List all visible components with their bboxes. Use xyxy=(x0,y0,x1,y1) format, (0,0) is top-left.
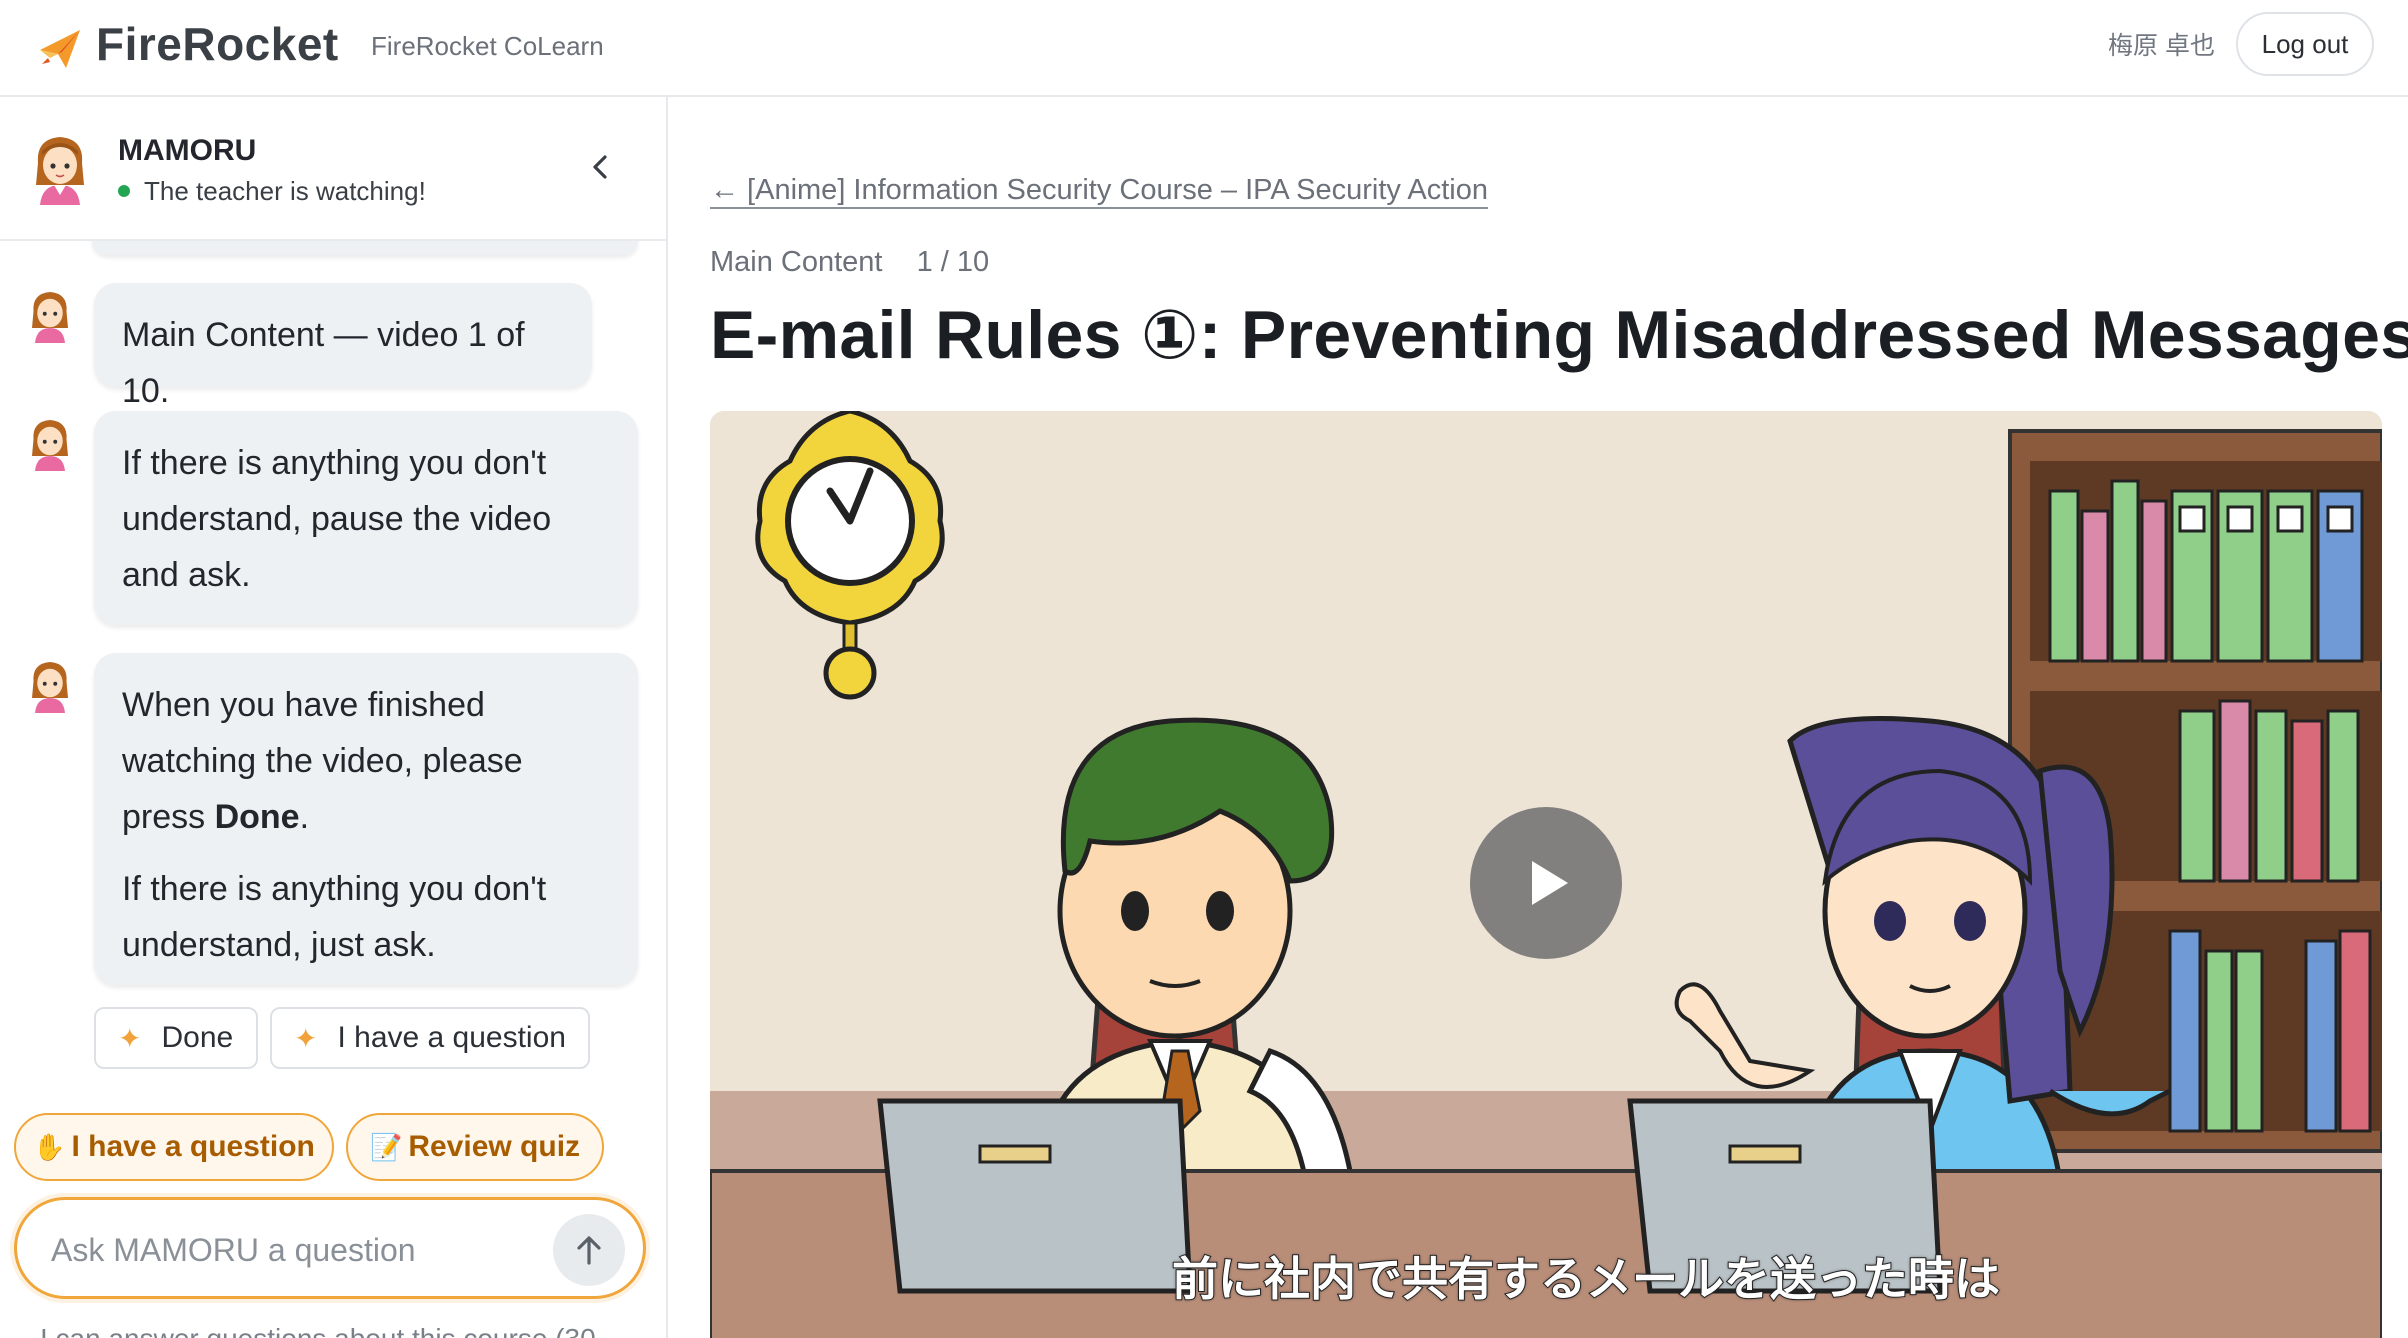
memo-icon: 📝 xyxy=(369,1131,403,1162)
raised-hand-icon: ✋ xyxy=(33,1131,66,1162)
quick-question-label: I have a question xyxy=(71,1130,315,1163)
done-button[interactable]: ✦ Done xyxy=(94,1007,258,1069)
agent-status-text: The teacher is watching! xyxy=(144,176,426,206)
video-subtitle: 前に社内で共有するメールを送った時は xyxy=(1171,1251,2001,1307)
chat-message: Main Content — video 1 of 10. xyxy=(94,283,592,410)
video-player[interactable]: 前に社内で共有するメールを送った時は xyxy=(710,411,2382,1338)
agent-status: The teacher is watching! xyxy=(118,173,426,209)
brand-name[interactable]: FireRocket xyxy=(96,14,339,74)
arrow-up-icon xyxy=(577,1236,601,1265)
page-title: E-mail Rules ①: Preventing Misaddressed … xyxy=(710,297,2408,373)
section-label: Main Content xyxy=(710,246,883,278)
send-button[interactable] xyxy=(553,1214,625,1286)
chat-message: When you have finished watching the vide… xyxy=(94,653,638,985)
chat-message-text: When you have finished watching the vide… xyxy=(122,677,610,845)
teacher-avatar-icon xyxy=(32,662,68,713)
chevron-left-icon xyxy=(593,155,607,179)
play-icon xyxy=(1532,861,1568,905)
collapse-sidebar-button[interactable] xyxy=(580,147,620,187)
ask-box xyxy=(14,1197,646,1299)
chat-message-text: Main Content — video 1 of 10. xyxy=(122,316,525,410)
sparkle-icon: ✦ xyxy=(118,1022,142,1054)
rocket-logo-icon[interactable] xyxy=(36,18,84,78)
product-name: FireRocket CoLearn xyxy=(371,31,604,61)
back-to-course-link[interactable]: ← [Anime] Information Security Course – … xyxy=(710,168,1488,212)
logout-button[interactable]: Log out xyxy=(2236,12,2374,76)
play-button[interactable] xyxy=(1470,807,1622,959)
user-name: 梅原 卓也 xyxy=(2108,32,2215,60)
top-header: FireRocket FireRocket CoLearn 梅原 卓也 Log … xyxy=(0,0,2408,97)
agent-header: MAMORU The teacher is watching! xyxy=(0,97,666,241)
review-quiz-button[interactable]: 📝 Review quiz xyxy=(346,1113,604,1181)
message-text-part: . xyxy=(299,798,310,836)
quick-question-button[interactable]: ✋ I have a question xyxy=(14,1113,334,1181)
progress-counter: 1 / 10 xyxy=(916,246,990,278)
chat-sidebar: MAMORU The teacher is watching! Main Con… xyxy=(0,97,668,1338)
ask-question-input[interactable] xyxy=(51,1228,531,1272)
section-progress: Main Content 1 / 10 xyxy=(710,240,989,284)
have-question-choice-button[interactable]: ✦ I have a question xyxy=(270,1007,590,1069)
chat-message-text: If there is anything you don't understan… xyxy=(122,870,547,964)
review-quiz-label: Review quiz xyxy=(408,1130,581,1163)
agent-name: MAMORU xyxy=(118,134,257,167)
teacher-avatar-icon xyxy=(32,292,68,343)
sparkle-icon: ✦ xyxy=(294,1022,318,1054)
teacher-avatar-icon xyxy=(32,420,68,471)
done-button-label: Done xyxy=(161,1021,234,1054)
teacher-avatar-icon xyxy=(36,137,84,205)
have-question-choice-label: I have a question xyxy=(337,1021,566,1054)
chat-message: If there is anything you don't understan… xyxy=(94,411,638,625)
ask-hint-text: I can answer questions about this course… xyxy=(40,1319,596,1338)
online-status-icon xyxy=(118,185,130,197)
message-text-part: When you have finished watching the vide… xyxy=(122,686,523,836)
chat-message-text: If there is anything you don't understan… xyxy=(122,444,552,594)
message-bold-text: Done xyxy=(214,798,300,836)
